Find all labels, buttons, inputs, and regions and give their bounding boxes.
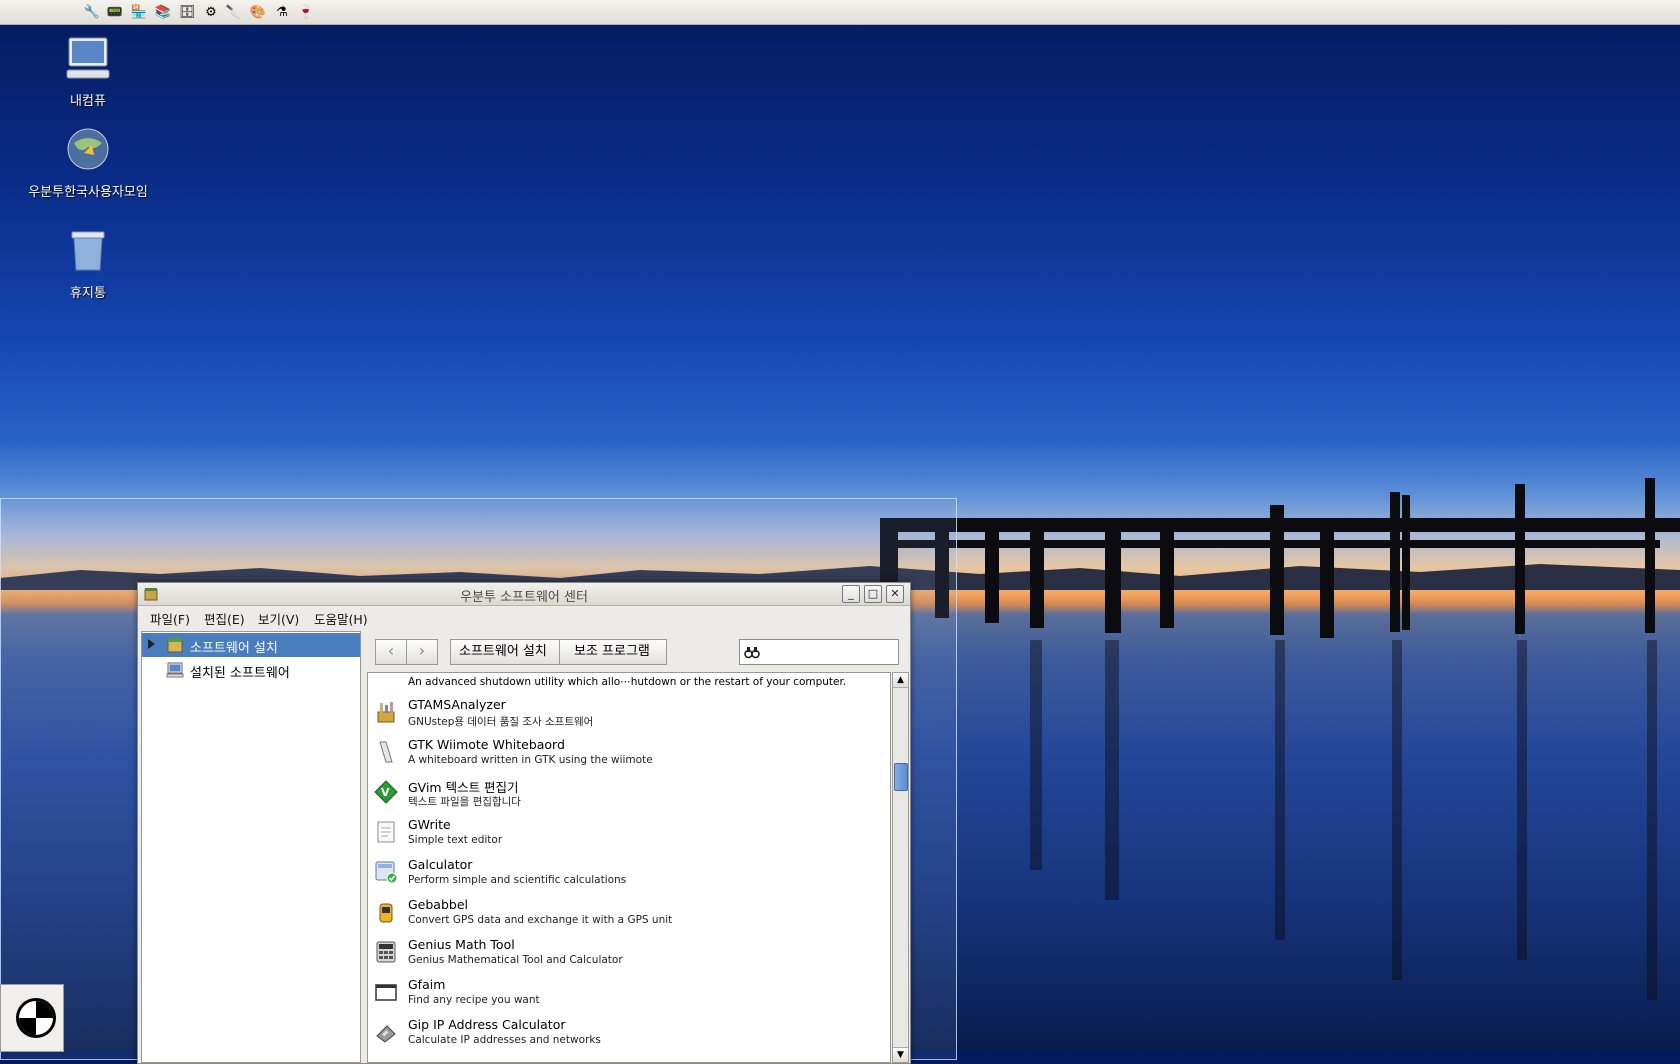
menu-edit[interactable]: 편집(E) — [204, 609, 245, 628]
math-tool-icon — [376, 941, 396, 963]
settings-gear-icon[interactable]: ⚙ — [201, 2, 221, 22]
menu-help[interactable]: 도움말(H) — [314, 609, 368, 628]
list-item[interactable]: V GVim 텍스트 편집기 텍스트 파일을 편집합니다 — [368, 773, 888, 813]
preferences-tools-icon[interactable]: 🔧 — [82, 2, 102, 22]
list-item[interactable]: Gip IP Address Calculator Calculate IP a… — [368, 1013, 888, 1053]
search-field[interactable] — [739, 639, 899, 665]
desktop-icon-ubuntu-korea[interactable]: 우분투한국사용자모임 — [13, 125, 163, 200]
library-icon[interactable]: 📚 — [153, 2, 173, 22]
navigation-toolbar: ‹ › 소프트웨어 설치 보조 프로그램 — [367, 631, 907, 669]
app-description: Find any recipe you want — [408, 994, 540, 1006]
sidebar-item-installed-software[interactable]: 설치된 소프트웨어 — [142, 658, 360, 682]
wine-icon[interactable]: 🍷 — [296, 2, 316, 22]
ip-calculator-icon — [376, 1025, 396, 1043]
software-center-icon[interactable]: 🏪 — [129, 2, 149, 22]
lab-icon[interactable]: ⚗ — [272, 2, 292, 22]
app-description: Calculate IP addresses and networks — [408, 1034, 601, 1046]
scroll-up-arrow-icon[interactable]: ▲ — [893, 673, 908, 688]
system-monitor-icon[interactable]: 📟 — [105, 2, 125, 22]
app-description: GNUstep용 데이터 품질 조사 소프트웨어 — [408, 716, 594, 728]
list-item[interactable]: Galculator Perform simple and scientific… — [368, 853, 888, 893]
expander-arrow-icon[interactable] — [148, 639, 155, 649]
close-button[interactable]: ✕ — [886, 585, 904, 603]
app-list[interactable]: An advanced shutdown utility which allo⋯… — [367, 672, 891, 1063]
search-input[interactable] — [764, 642, 896, 662]
app-description: Convert GPS data and exchange it with a … — [408, 914, 673, 926]
whiteboard-icon — [379, 741, 393, 763]
app-description: Simple text editor — [408, 834, 503, 846]
desktop-icon-my-computer[interactable]: 내컴퓨 — [13, 34, 163, 109]
window-title: 우분투 소프트웨어 센터 — [460, 590, 588, 605]
forward-button[interactable]: › — [406, 639, 438, 665]
analyzer-icon — [377, 702, 395, 723]
menu-bar: 파일(F) 편집(E) 보기(V) 도움말(H) — [138, 606, 910, 628]
scroll-down-arrow-icon[interactable]: ▼ — [893, 1047, 908, 1062]
app-name: Genius Math Tool — [408, 937, 515, 952]
vim-icon: V — [374, 780, 398, 804]
menu-file[interactable]: 파일(F) — [150, 609, 190, 628]
list-item[interactable]: GTAMSAnalyzer GNUstep용 데이터 품질 조사 소프트웨어 — [368, 693, 888, 733]
desktop-icon-label: 내컴퓨 — [70, 94, 106, 109]
graphics-icon[interactable]: 🎨 — [248, 2, 268, 22]
app-name: Gfaim — [408, 977, 446, 992]
window-icon — [375, 984, 397, 1001]
computer-icon — [66, 37, 110, 79]
desktop-icon-trash[interactable]: 휴지통 — [13, 226, 163, 301]
app-description: Genius Mathematical Tool and Calculator — [408, 954, 623, 966]
breadcrumb-accessories[interactable]: 보조 프로그램 — [559, 639, 667, 665]
breadcrumb-install-software[interactable]: 소프트웨어 설치 — [450, 639, 570, 665]
menu-view[interactable]: 보기(V) — [258, 609, 299, 628]
file-cabinet-icon[interactable]: 🗄 — [177, 2, 197, 22]
app-name: GWrite — [408, 817, 451, 832]
back-button[interactable]: ‹ — [375, 639, 407, 665]
calculator-icon — [375, 861, 398, 884]
list-item[interactable]: Genius Math Tool Genius Mathematical Too… — [368, 933, 888, 973]
maximize-button[interactable]: □ — [864, 585, 882, 603]
list-item[interactable]: Gebabbel Convert GPS data and exchange i… — [368, 893, 888, 933]
pie-clock-icon — [16, 998, 56, 1038]
app-description: 텍스트 파일을 편집합니다 — [408, 796, 521, 808]
main-pane: ‹ › 소프트웨어 설치 보조 프로그램 An advanced shutdow… — [367, 631, 909, 1063]
top-panel: 🔧 📟 🏪 📚 🗄 ⚙ 🔪 🎨 ⚗ 🍷 — [0, 0, 1680, 25]
scrollbar-thumb[interactable] — [894, 763, 908, 791]
sidebar-item-label: 설치된 소프트웨어 — [190, 666, 290, 681]
globe-icon — [67, 128, 109, 170]
svg-text:V: V — [381, 786, 390, 799]
desktop-icon-label: 우분투한국사용자모임 — [28, 185, 148, 200]
list-item[interactable]: GTK Wiimote Whitebaord A whiteboard writ… — [368, 733, 888, 773]
text-editor-icon — [377, 821, 395, 843]
app-description: A whiteboard written in GTK using the wi… — [408, 754, 653, 766]
list-item[interactable]: GWrite Simple text editor — [368, 813, 888, 853]
app-name: Galculator — [408, 857, 473, 872]
binoculars-icon — [744, 647, 760, 659]
gps-icon — [379, 903, 393, 923]
app-name: Gebabbel — [408, 897, 469, 912]
software-center-window: 우분투 소프트웨어 센터 _ □ ✕ 파일(F) 편집(E) 보기(V) 도움말… — [137, 582, 911, 1064]
app-name: GTK Wiimote Whitebaord — [408, 737, 565, 752]
sidebar: 소프트웨어 설치 설치된 소프트웨어 — [141, 631, 361, 1063]
software-center-icon — [167, 638, 183, 653]
app-description: An advanced shutdown utility which allo⋯… — [408, 676, 847, 688]
show-desktop-button[interactable] — [0, 984, 64, 1052]
trash-icon — [71, 231, 105, 271]
computer-icon — [166, 662, 184, 678]
list-item-partial[interactable]: An advanced shutdown utility which allo⋯… — [368, 673, 888, 693]
sidebar-item-label: 소프트웨어 설치 — [190, 641, 278, 656]
vertical-scrollbar[interactable]: ▲ ▼ — [892, 672, 909, 1063]
app-description: Perform simple and scientific calculatio… — [408, 874, 627, 886]
desktop-icon-label: 휴지통 — [70, 286, 106, 301]
app-name: Gip IP Address Calculator — [408, 1017, 566, 1032]
sidebar-item-install-software[interactable]: 소프트웨어 설치 — [142, 633, 360, 657]
app-name: GTAMSAnalyzer — [408, 697, 506, 712]
title-bar[interactable]: 우분투 소프트웨어 센터 _ □ ✕ — [138, 583, 910, 606]
list-item[interactable]: Gfaim Find any recipe you want — [368, 973, 888, 1013]
minimize-button[interactable]: _ — [842, 585, 860, 603]
swiss-knife-icon[interactable]: 🔪 — [224, 2, 244, 22]
